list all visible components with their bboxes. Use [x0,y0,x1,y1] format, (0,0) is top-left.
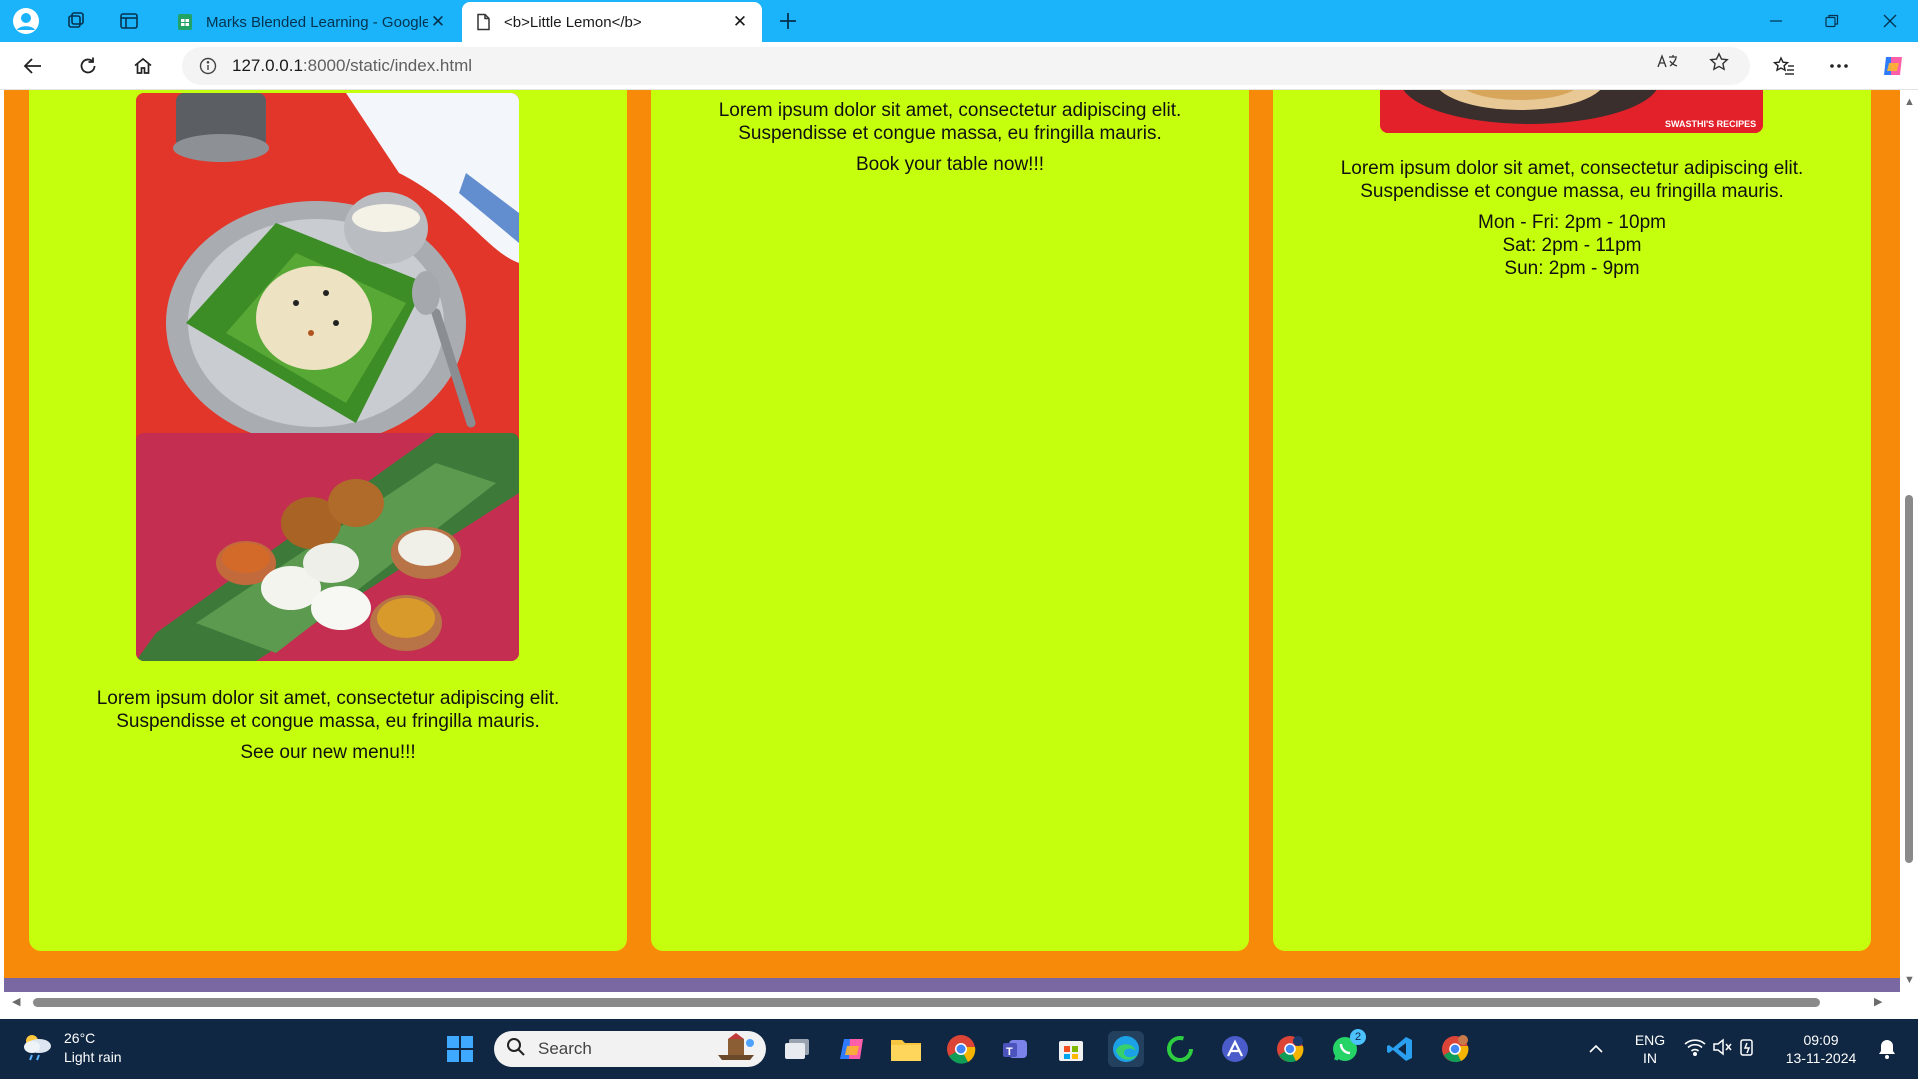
clock-time: 09:09 [1803,1032,1839,1048]
upma-dish-image: www.chitrasfoodbook.com [136,93,519,491]
opening-hours: Mon - Fri: 2pm - 10pm Sat: 2pm - 11pm Su… [1273,211,1871,280]
taskbar-search[interactable]: Search [494,1031,766,1067]
copilot-icon[interactable] [1876,50,1910,82]
weather-temp: 26°C [64,1030,96,1046]
weather-widget[interactable]: 26°C Light rain [20,1029,122,1067]
profile-icon[interactable] [10,5,42,37]
hours-weekdays: Mon - Fri: 2pm - 10pm [1478,212,1666,233]
url-text: 127.0.0.1:8000/static/index.html [232,56,473,75]
scroll-right-icon[interactable]: ▶ [1874,995,1882,1008]
microsoft-store-icon[interactable] [1053,1031,1089,1067]
vertical-scrollbar[interactable]: ▲ ▼ [1900,90,1918,992]
system-tray-icons[interactable] [1680,1031,1760,1067]
taskbar: 26°C Light rain Search T 2 ENG IN 09:09 … [0,1019,1918,1079]
google-sheets-icon [176,13,194,31]
see-menu-text: See our new menu!!! [240,742,416,763]
site-info-icon[interactable] [198,56,218,76]
reload-icon[interactable] [71,50,105,82]
tab-title: <b>Little Lemon</b> [504,13,642,31]
back-arrow-icon[interactable] [16,50,50,82]
volume-muted-icon [1712,1037,1732,1061]
chevron-up-icon[interactable] [1582,1031,1610,1067]
tab-little-lemon[interactable]: <b>Little Lemon</b> ✕ [462,2,762,42]
menu-card-lorem: Lorem ipsum dolor sit amet, consectetur … [96,688,560,732]
scroll-left-icon[interactable]: ◀ [12,995,20,1008]
page-viewport: www.chitrasfoodbook.com Lor [4,90,1900,992]
tab-title: Marks Blended Learning - Google [206,13,428,31]
image-watermark: SWASTHI'S RECIPES [1665,119,1756,129]
browser-toolbar: 127.0.0.1:8000/static/index.html [0,42,1918,90]
task-view-icon[interactable] [779,1031,815,1067]
horizontal-scrollbar[interactable]: ◀ ▶ [0,992,1918,1012]
rain-cloud-icon [20,1031,54,1066]
new-tab-icon[interactable] [772,5,804,37]
horizontal-scroll-thumb[interactable] [33,998,1820,1007]
windows-start-icon[interactable] [442,1031,478,1067]
search-label: Search [538,1039,592,1058]
more-options-icon[interactable] [1822,50,1856,82]
address-bar[interactable]: 127.0.0.1:8000/static/index.html [182,47,1750,85]
booking-card: Lorem ipsum dolor sit amet, consectetur … [651,90,1249,951]
language-indicator[interactable]: ENG IN [1630,1031,1670,1067]
clock-date: 13-11-2024 [1785,1050,1857,1066]
wifi-icon [1684,1038,1706,1061]
menu-card: www.chitrasfoodbook.com Lor [29,90,627,951]
translate-icon[interactable] [1655,49,1681,75]
edge-icon[interactable] [1108,1031,1144,1067]
app-ring-icon[interactable] [1162,1031,1198,1067]
tab-strip: Marks Blended Learning - Google ✕ <b>Lit… [0,0,1918,42]
weather-condition: Light rain [64,1049,122,1065]
footer-strip [4,978,1900,992]
hours-saturday: Sat: 2pm - 11pm [1502,235,1642,256]
svg-text:T: T [1006,1046,1013,1058]
vertical-scroll-thumb[interactable] [1905,495,1913,863]
tab-marks-blended-learning[interactable]: Marks Blended Learning - Google ✕ [164,2,460,42]
workspaces-icon[interactable] [60,5,92,37]
page-icon [474,13,492,31]
idli-vada-image [136,433,519,661]
chrome-profile-icon[interactable] [1272,1031,1308,1067]
chrome-icon[interactable] [943,1031,979,1067]
search-highlight-icon [714,1032,758,1066]
favorite-star-icon[interactable] [1706,49,1732,75]
hours-card: SWASTHI'S RECIPES Lorem ipsum dolor sit … [1273,90,1871,951]
battery-icon [1738,1038,1756,1061]
vertical-tabs-icon[interactable] [113,5,145,37]
teams-icon[interactable]: T [998,1031,1034,1067]
scroll-down-icon[interactable]: ▼ [1904,974,1915,986]
close-tab-icon[interactable]: ✕ [428,12,448,32]
whatsapp-badge: 2 [1350,1029,1366,1045]
book-table-text: Book your table now!!! [856,154,1044,175]
favorites-list-icon[interactable] [1767,50,1801,82]
vscode-icon[interactable] [1382,1031,1418,1067]
minimize-icon[interactable] [1748,0,1804,42]
puri-dish-image: SWASTHI'S RECIPES [1380,90,1763,133]
close-window-icon[interactable] [1862,0,1918,42]
scroll-up-icon[interactable]: ▲ [1904,96,1915,108]
window-bottom-edge [0,1012,1918,1019]
notification-bell-icon[interactable] [1872,1031,1902,1067]
hours-card-lorem: Lorem ipsum dolor sit amet, consectetur … [1340,158,1804,202]
app-a-icon[interactable] [1217,1031,1253,1067]
hours-sunday: Sun: 2pm - 9pm [1504,258,1640,279]
booking-card-lorem: Lorem ipsum dolor sit amet, consectetur … [718,100,1182,144]
chrome-alt-profile-icon[interactable] [1437,1031,1473,1067]
home-icon[interactable] [126,50,160,82]
close-tab-icon[interactable]: ✕ [730,12,750,32]
clock[interactable]: 09:09 13-11-2024 [1778,1031,1864,1067]
restore-icon[interactable] [1804,0,1860,42]
copilot-taskbar-icon[interactable] [834,1031,870,1067]
file-explorer-icon[interactable] [888,1031,924,1067]
search-icon [506,1037,526,1062]
